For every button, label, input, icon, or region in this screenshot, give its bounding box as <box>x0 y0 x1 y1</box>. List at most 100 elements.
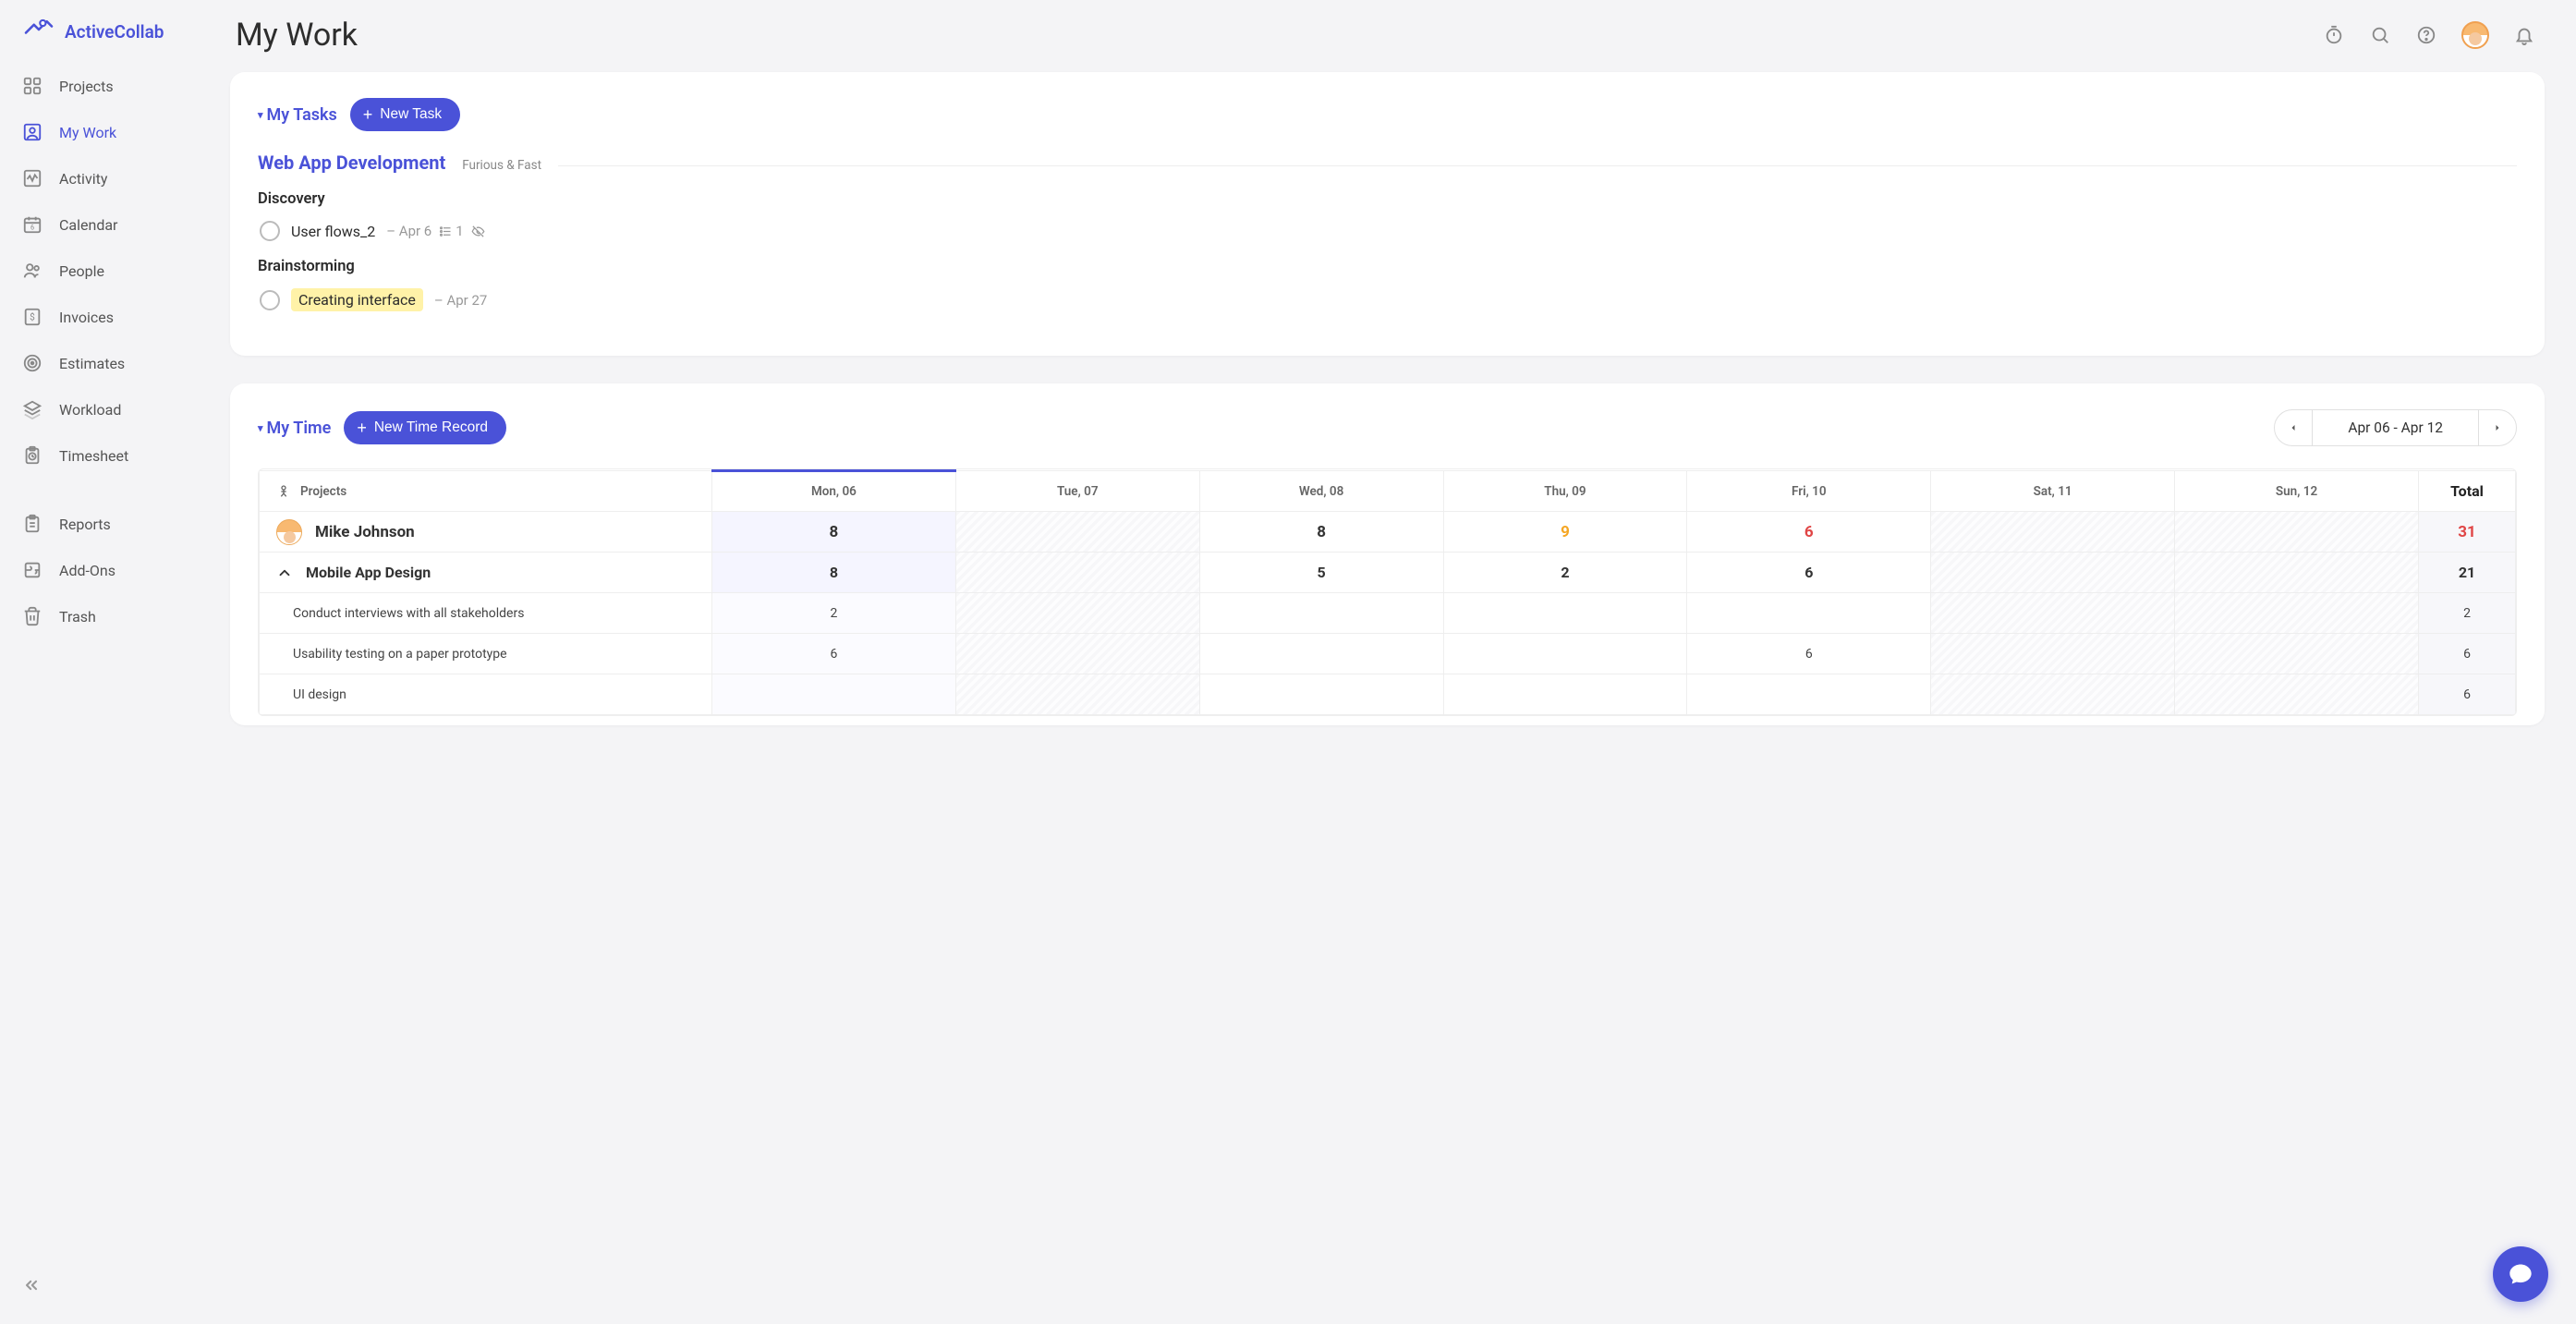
task-group-name: Brainstorming <box>258 258 2517 275</box>
time-cell[interactable]: 8 <box>1199 512 1443 553</box>
time-cell[interactable]: 2 <box>1443 553 1687 593</box>
nav-item-projects[interactable]: Projects <box>0 63 208 109</box>
collapse-sidebar-button[interactable] <box>0 1267 208 1307</box>
time-cell[interactable] <box>1687 593 1931 634</box>
nav-item-reports[interactable]: Reports <box>0 501 208 547</box>
time-cell[interactable]: 6 <box>1687 512 1931 553</box>
project-row[interactable]: Mobile App Design8 526 21 <box>260 553 2516 593</box>
nav-item-timesheet[interactable]: Timesheet <box>0 432 208 479</box>
task-time-row[interactable]: UI design6 <box>260 674 2516 715</box>
task-row[interactable]: Creating interface – Apr 27 <box>258 288 2517 311</box>
time-cell[interactable] <box>2175 674 2419 715</box>
nav-item-trash[interactable]: Trash <box>0 593 208 639</box>
time-cell[interactable] <box>2175 634 2419 674</box>
time-cell[interactable] <box>1443 634 1687 674</box>
brand-icon <box>22 17 55 46</box>
time-cell[interactable]: 6 <box>1687 634 1931 674</box>
nav-label: Projects <box>59 78 114 95</box>
new-task-button[interactable]: + New Task <box>350 98 460 131</box>
time-cell[interactable] <box>1199 674 1443 715</box>
target-icon <box>22 353 43 373</box>
nav-item-estimates[interactable]: Estimates <box>0 340 208 386</box>
task-time-row[interactable]: Usability testing on a paper prototype66… <box>260 634 2516 674</box>
time-cell[interactable] <box>1931 512 2175 553</box>
new-time-record-button[interactable]: + New Time Record <box>344 411 506 444</box>
my-tasks-card: ▾ My Tasks + New Task Web App Developmen… <box>230 72 2545 356</box>
user-cell: Mike Johnson <box>260 512 712 553</box>
nav-label: Trash <box>59 608 96 626</box>
project-cell[interactable]: Mobile App Design <box>260 553 712 593</box>
nav-item-activity[interactable]: Activity <box>0 155 208 201</box>
time-cell[interactable]: 9 <box>1443 512 1687 553</box>
my-time-toggle[interactable]: ▾ My Time <box>258 419 331 438</box>
nav-item-workload[interactable]: Workload <box>0 386 208 432</box>
day-header[interactable]: Sun, 12 <box>2175 471 2419 512</box>
prev-week-button[interactable] <box>2275 410 2312 445</box>
brand-logo[interactable]: ActiveCollab <box>0 17 208 63</box>
my-time-card: ▾ My Time + New Time Record Apr 06 - Apr… <box>230 383 2545 725</box>
time-cell[interactable] <box>1443 593 1687 634</box>
my-tasks-toggle[interactable]: ▾ My Tasks <box>258 105 337 125</box>
time-cell[interactable] <box>1931 634 2175 674</box>
chat-fab[interactable] <box>2493 1246 2548 1302</box>
search-icon[interactable] <box>2369 24 2391 46</box>
day-header[interactable]: Sat, 11 <box>1931 471 2175 512</box>
time-cell[interactable] <box>1931 674 2175 715</box>
task-meta: – Apr 27 <box>434 292 487 309</box>
time-cell[interactable] <box>1687 674 1931 715</box>
time-cell[interactable]: 8 <box>712 512 956 553</box>
total-header: Total <box>2419 471 2516 512</box>
bell-icon[interactable] <box>2513 24 2535 46</box>
timesheet-table: ProjectsMon, 06Tue, 07Wed, 08Thu, 09Fri,… <box>258 468 2517 716</box>
time-cell[interactable]: 6 <box>712 634 956 674</box>
time-cell[interactable] <box>1443 674 1687 715</box>
day-header[interactable]: Tue, 07 <box>955 471 1199 512</box>
day-header[interactable]: Mon, 06 <box>712 471 956 512</box>
time-cell[interactable] <box>2175 512 2419 553</box>
time-cell[interactable]: 5 <box>1199 553 1443 593</box>
nav-item-add-ons[interactable]: Add-Ons <box>0 547 208 593</box>
nav-item-people[interactable]: People <box>0 248 208 294</box>
time-cell[interactable] <box>1199 634 1443 674</box>
time-cell[interactable] <box>955 634 1199 674</box>
time-cell[interactable] <box>955 674 1199 715</box>
grid-icon <box>22 76 43 96</box>
date-range-label[interactable]: Apr 06 - Apr 12 <box>2312 410 2479 445</box>
task-name-cell[interactable]: Conduct interviews with all stakeholders <box>260 593 712 634</box>
user-avatar[interactable] <box>2461 21 2489 49</box>
time-cell[interactable] <box>1931 593 2175 634</box>
task-checkbox[interactable] <box>260 221 280 241</box>
time-cell[interactable]: 8 <box>712 553 956 593</box>
day-header[interactable]: Wed, 08 <box>1199 471 1443 512</box>
project-link[interactable]: Web App Development <box>258 152 445 174</box>
task-time-row[interactable]: Conduct interviews with all stakeholders… <box>260 593 2516 634</box>
layers-icon <box>22 399 43 419</box>
divider <box>558 165 2517 166</box>
time-cell[interactable] <box>955 593 1199 634</box>
task-title: Creating interface <box>291 288 423 311</box>
plus-icon: + <box>357 419 367 436</box>
nav-label: Estimates <box>59 355 125 372</box>
time-cell[interactable]: 6 <box>1687 553 1931 593</box>
time-cell[interactable] <box>955 512 1199 553</box>
time-cell[interactable] <box>712 674 956 715</box>
nav-item-calendar[interactable]: 6Calendar <box>0 201 208 248</box>
time-cell[interactable]: 2 <box>712 593 956 634</box>
help-icon[interactable] <box>2415 24 2437 46</box>
stopwatch-icon[interactable] <box>2323 24 2345 46</box>
time-cell[interactable] <box>1931 553 2175 593</box>
next-week-button[interactable] <box>2479 410 2516 445</box>
time-cell[interactable] <box>2175 593 2419 634</box>
time-cell[interactable] <box>955 553 1199 593</box>
time-cell[interactable] <box>2175 553 2419 593</box>
task-name-cell[interactable]: UI design <box>260 674 712 715</box>
day-header[interactable]: Thu, 09 <box>1443 471 1687 512</box>
time-cell[interactable] <box>1199 593 1443 634</box>
nav-item-invoices[interactable]: $Invoices <box>0 294 208 340</box>
day-header[interactable]: Fri, 10 <box>1687 471 1931 512</box>
nav-item-my-work[interactable]: My Work <box>0 109 208 155</box>
task-name-cell[interactable]: Usability testing on a paper prototype <box>260 634 712 674</box>
task-checkbox[interactable] <box>260 290 280 310</box>
total-cell: 21 <box>2419 553 2516 593</box>
task-row[interactable]: User flows_2– Apr 61 <box>258 221 2517 241</box>
